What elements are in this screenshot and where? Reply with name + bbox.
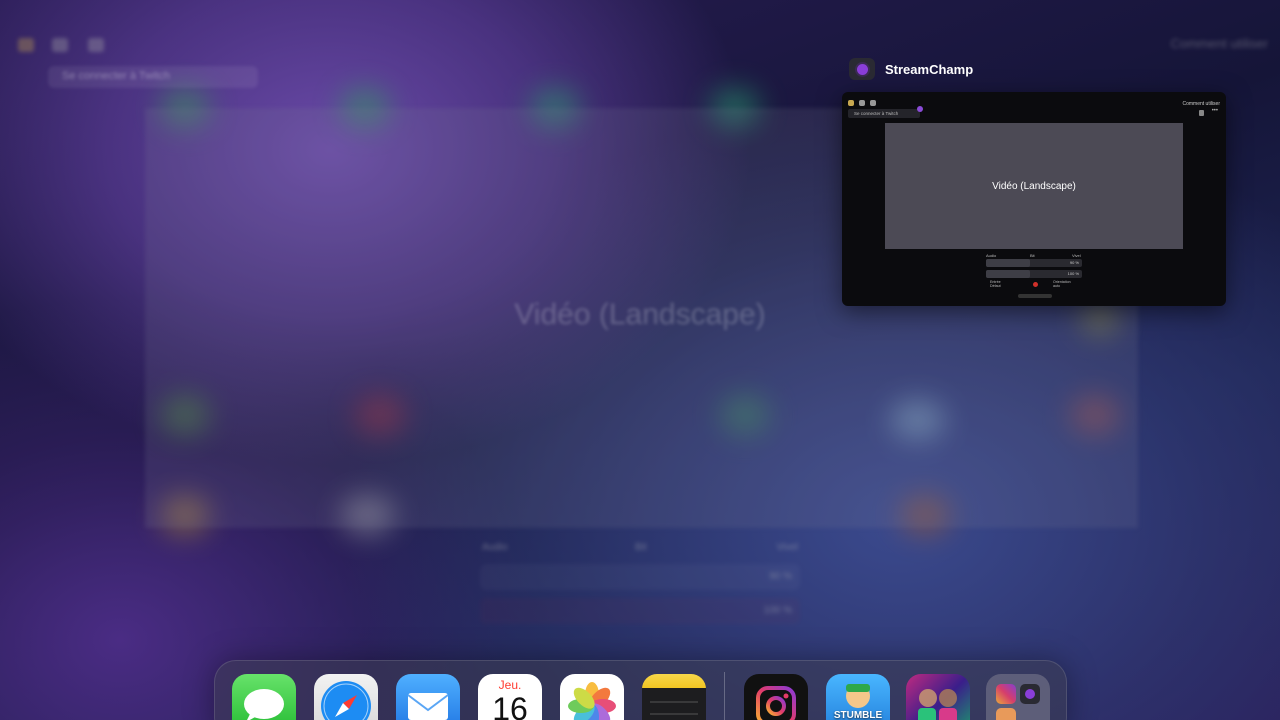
- preview-audio-header: Vivel: [1072, 253, 1081, 258]
- app-preview-card[interactable]: Comment utiliser Se connecter à Twitch •…: [842, 92, 1226, 306]
- camera-icon: [88, 38, 104, 52]
- preview-orientation-value: auto: [1053, 284, 1060, 288]
- preview-input-value: Défaut: [990, 284, 1001, 288]
- dock-separator: [724, 672, 725, 720]
- app-switcher-label[interactable]: StreamChamp: [849, 58, 973, 80]
- preview-connect-button: Se connecter à Twitch: [848, 109, 920, 118]
- mail-app-icon[interactable]: [396, 674, 460, 720]
- preview-video-label: Vidéo (Landscape): [992, 180, 1076, 192]
- chat-icon: [52, 38, 68, 52]
- efootball-app-icon[interactable]: [906, 674, 970, 720]
- background-topbar: Comment utiliser: [18, 36, 1268, 56]
- background-audio-header: Bit: [635, 542, 647, 553]
- instagram-app-icon[interactable]: [744, 674, 808, 720]
- crown-icon: [18, 38, 34, 52]
- stumble-guys-app-icon[interactable]: STUMBLE GUYS: [826, 674, 890, 720]
- preview-how-to-link: Comment utiliser: [1182, 101, 1220, 107]
- messages-app-icon[interactable]: [232, 674, 296, 720]
- background-media-slider: [480, 598, 800, 624]
- background-media-value: 100 %: [763, 605, 792, 616]
- background-how-to: Comment utiliser: [1170, 36, 1268, 51]
- preview-topbar: [848, 100, 876, 108]
- notes-app-icon[interactable]: [642, 674, 706, 720]
- crown-icon: [848, 100, 854, 106]
- preview-audio-header: Audio: [986, 253, 997, 258]
- more-icon: •••: [1211, 108, 1218, 114]
- phone-icon: [1199, 110, 1204, 116]
- recent-apps-folder-icon[interactable]: [986, 674, 1050, 720]
- preview-mic-value: 90 %: [1069, 260, 1079, 265]
- background-audio-controls: Audio Bit Vivel 90 % 100 %: [480, 540, 800, 660]
- safari-app-icon[interactable]: [314, 674, 378, 720]
- chat-icon: [859, 100, 865, 106]
- preview-footer-bar: [1018, 294, 1052, 298]
- preview-media-slider: 100 %: [986, 270, 1082, 278]
- preview-media-value: 100 %: [1067, 271, 1079, 276]
- camera-icon: [870, 100, 876, 106]
- background-mic-slider: [480, 564, 800, 590]
- calendar-date: 16: [492, 691, 528, 720]
- background-mic-value: 90 %: [769, 571, 792, 582]
- background-audio-header: Audio: [482, 542, 508, 553]
- preview-video-area: Vidéo (Landscape): [885, 123, 1183, 249]
- photos-app-icon[interactable]: [560, 674, 624, 720]
- preview-mic-slider: 90 %: [986, 259, 1082, 267]
- calendar-day: Jeu.: [498, 678, 522, 692]
- record-icon: [1033, 282, 1038, 287]
- background-audio-header: Vivel: [776, 542, 799, 553]
- stumble-guys-logo-text: STUMBLE GUYS: [833, 710, 883, 720]
- app-name: StreamChamp: [885, 61, 974, 77]
- preview-audio-header: Bit: [1030, 253, 1035, 258]
- calendar-app-icon[interactable]: Jeu. 16: [478, 674, 542, 720]
- background-connect-button: Se connecter à Twitch: [48, 66, 258, 88]
- streamchamp-app-icon: [849, 58, 875, 80]
- twitch-badge-icon: [917, 106, 923, 112]
